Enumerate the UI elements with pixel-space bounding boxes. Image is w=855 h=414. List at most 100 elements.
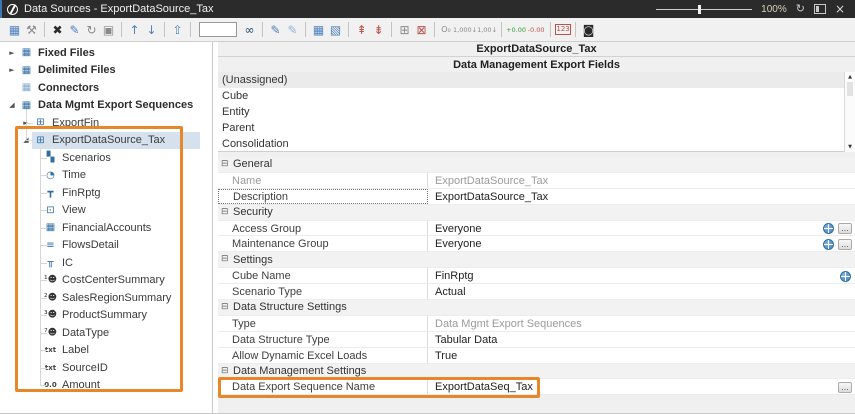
property-row-data-structure-type[interactable]: Data Structure Type Tabular Data xyxy=(218,331,855,348)
expander-icon[interactable]: ► xyxy=(6,49,18,57)
tree-item-financialaccounts[interactable]: ▦ FinancialAccounts xyxy=(0,219,212,237)
text-field-icon: txt xyxy=(44,363,57,372)
tree-item-fixed-files[interactable]: ► ▦ Fixed Files xyxy=(0,44,212,62)
connection-tools-icon[interactable]: ⚒ xyxy=(23,19,40,41)
tree-item-connectors[interactable]: ▦ Connectors xyxy=(0,79,212,97)
field-row-consolidation[interactable]: Consolidation xyxy=(218,136,855,152)
remove-decimal-icon[interactable]: -0.00 xyxy=(526,19,546,41)
delete-icon[interactable]: ✖ xyxy=(49,19,66,41)
globe-icon[interactable] xyxy=(823,238,834,250)
toolbar-search-input[interactable] xyxy=(199,22,237,37)
zoom-slider[interactable] xyxy=(656,4,753,14)
property-section-security[interactable]: ⊟ Security xyxy=(218,204,855,221)
tree-item-finrptg[interactable]: ┳ FinRptg xyxy=(0,184,212,202)
fields-scrollbar[interactable]: ▲ ▼ xyxy=(844,72,855,152)
collapse-icon[interactable]: ⊟ xyxy=(221,252,231,267)
export-data-icon[interactable]: ◙ xyxy=(580,19,597,41)
number-format-icon[interactable]: 123 xyxy=(555,24,572,35)
property-row-description[interactable]: Description ExportDataSource_Tax xyxy=(218,188,855,205)
property-row-data-export-sequence-name[interactable]: Data Export Sequence Name ExportDataSeq_… xyxy=(218,379,855,396)
ellipsis-button[interactable]: … xyxy=(838,223,852,235)
property-value[interactable]: FinRptg xyxy=(428,268,855,283)
tree-item-datatype[interactable]: ⁷☻ DataType xyxy=(0,324,212,342)
thousands-separator-icon[interactable]: 1,000↓ xyxy=(453,19,477,41)
field-down-icon[interactable]: ⇟ xyxy=(370,19,387,41)
field-row-entity[interactable]: Entity xyxy=(218,104,855,120)
field-row-cube[interactable]: Cube xyxy=(218,88,855,104)
move-up-icon[interactable]: ↑ xyxy=(126,19,143,41)
load-file-icon[interactable]: ⇧ xyxy=(169,19,186,41)
ellipsis-button[interactable]: … xyxy=(838,381,852,393)
grid-transform-icon[interactable]: ▧ xyxy=(327,19,344,41)
property-section-settings[interactable]: ⊟ Settings xyxy=(218,252,855,269)
collapse-icon[interactable]: ⊟ xyxy=(221,205,231,220)
scroll-up-icon[interactable]: ▲ xyxy=(845,73,855,81)
expander-icon[interactable]: ► xyxy=(20,119,32,127)
tree-item-data-mgmt-export-sequences[interactable]: ◢ ▦ Data Mgmt Export Sequences xyxy=(0,97,212,115)
expander-icon[interactable]: ► xyxy=(6,66,18,74)
edit-parse-icon[interactable]: ✎ xyxy=(284,19,301,41)
property-section-data-management-settings[interactable]: ⊟ Data Management Settings xyxy=(218,363,855,380)
tree-item-scenarios[interactable]: ▚ Scenarios xyxy=(0,149,212,167)
scrollbar-thumb[interactable] xyxy=(847,82,853,96)
property-row-maintenance-group[interactable]: Maintenance Group Everyone … xyxy=(218,236,855,253)
property-value[interactable]: Actual xyxy=(428,284,855,299)
tree-item-exportdatasource-tax[interactable]: ◢ ⊞ ExportDataSource_Tax xyxy=(0,131,212,149)
tree-item-sourceid[interactable]: txt SourceID xyxy=(0,359,212,377)
hundreds-separator-icon[interactable]: 1,00↓ xyxy=(477,19,497,41)
property-value[interactable]: Everyone xyxy=(428,221,855,236)
property-row-access-group[interactable]: Access Group Everyone … xyxy=(218,220,855,237)
collapse-icon[interactable]: ⊟ xyxy=(221,364,231,379)
collapse-icon[interactable]: ⊟ xyxy=(221,300,231,315)
suppress-zeros-icon[interactable]: O₀ xyxy=(439,19,453,41)
property-value[interactable]: ExportDataSource_Tax xyxy=(428,189,855,204)
refresh-icon[interactable]: ↻ xyxy=(83,19,100,41)
tree-item-costcentersummary[interactable]: ¹☻ CostCenterSummary xyxy=(0,272,212,290)
field-up-icon[interactable]: ⇞ xyxy=(353,19,370,41)
find-icon[interactable]: ∞ xyxy=(241,19,258,41)
tree-item-productsummary[interactable]: ³☻ ProductSummary xyxy=(0,307,212,325)
property-value[interactable]: True xyxy=(428,348,855,363)
refresh-window-icon[interactable]: ↻ xyxy=(796,0,805,18)
property-section-general[interactable]: ⊟ General xyxy=(218,157,855,173)
grid-view-icon[interactable]: ▦ xyxy=(310,19,327,41)
property-row-cube-name[interactable]: Cube Name FinRptg xyxy=(218,268,855,285)
zoom-slider-handle[interactable] xyxy=(698,5,702,14)
property-value[interactable]: ExportDataSeq_Tax xyxy=(428,379,855,394)
expander-icon[interactable]: ◢ xyxy=(6,101,18,109)
field-row-parent[interactable]: Parent xyxy=(218,120,855,136)
save-icon[interactable]: ▣ xyxy=(100,19,117,41)
tree-item-time[interactable]: ◔ Time xyxy=(0,167,212,185)
property-row-name[interactable]: Name ExportDataSource_Tax xyxy=(218,172,855,189)
globe-icon[interactable] xyxy=(823,223,834,235)
edit-icon[interactable]: ✎ xyxy=(66,19,83,41)
collapse-icon[interactable]: ⊟ xyxy=(221,157,231,172)
edit-transform-icon[interactable]: ✎ xyxy=(267,19,284,41)
property-value[interactable]: Everyone xyxy=(428,236,855,251)
new-datasource-icon[interactable]: ▦ xyxy=(6,19,23,41)
close-icon[interactable]: × xyxy=(835,0,845,18)
property-row-type[interactable]: Type Data Mgmt Export Sequences xyxy=(218,315,855,332)
scroll-down-icon[interactable]: ▼ xyxy=(845,143,855,151)
tree-item-exportfin[interactable]: ► ⊞ ExportFin xyxy=(0,114,212,132)
tree-item-view[interactable]: ⊡ View xyxy=(0,202,212,220)
property-row-scenario-type[interactable]: Scenario Type Actual xyxy=(218,284,855,301)
move-down-icon[interactable]: ↓ xyxy=(143,19,160,41)
ellipsis-button[interactable]: … xyxy=(838,238,852,250)
number-grid-clear-icon[interactable]: ⊠ xyxy=(413,19,430,41)
tree-item-label-field[interactable]: txt Label xyxy=(0,342,212,360)
tree-item-salesregionsummary[interactable]: ²☻ SalesRegionSummary xyxy=(0,289,212,307)
toggle-panel-icon[interactable] xyxy=(813,4,826,14)
tree-item-flowsdetail[interactable]: ≡ FlowsDetail xyxy=(0,237,212,255)
tree-item-ic[interactable]: ╥ IC xyxy=(0,254,212,272)
globe-icon[interactable] xyxy=(840,270,851,282)
property-value[interactable]: Tabular Data xyxy=(428,332,855,347)
number-grid-icon[interactable]: ⊞ xyxy=(396,19,413,41)
field-row-unassigned[interactable]: (Unassigned) xyxy=(218,72,855,88)
expander-icon[interactable]: ◢ xyxy=(20,136,32,144)
tree-item-delimited-files[interactable]: ► ▦ Delimited Files xyxy=(0,62,212,80)
property-section-data-structure-settings[interactable]: ⊟ Data Structure Settings xyxy=(218,300,855,316)
add-decimal-icon[interactable]: +0.00 xyxy=(506,19,526,41)
property-row-allow-dynamic-excel-loads[interactable]: Allow Dynamic Excel Loads True xyxy=(218,347,855,364)
tree-item-amount[interactable]: 0.0 Amount xyxy=(0,377,212,395)
